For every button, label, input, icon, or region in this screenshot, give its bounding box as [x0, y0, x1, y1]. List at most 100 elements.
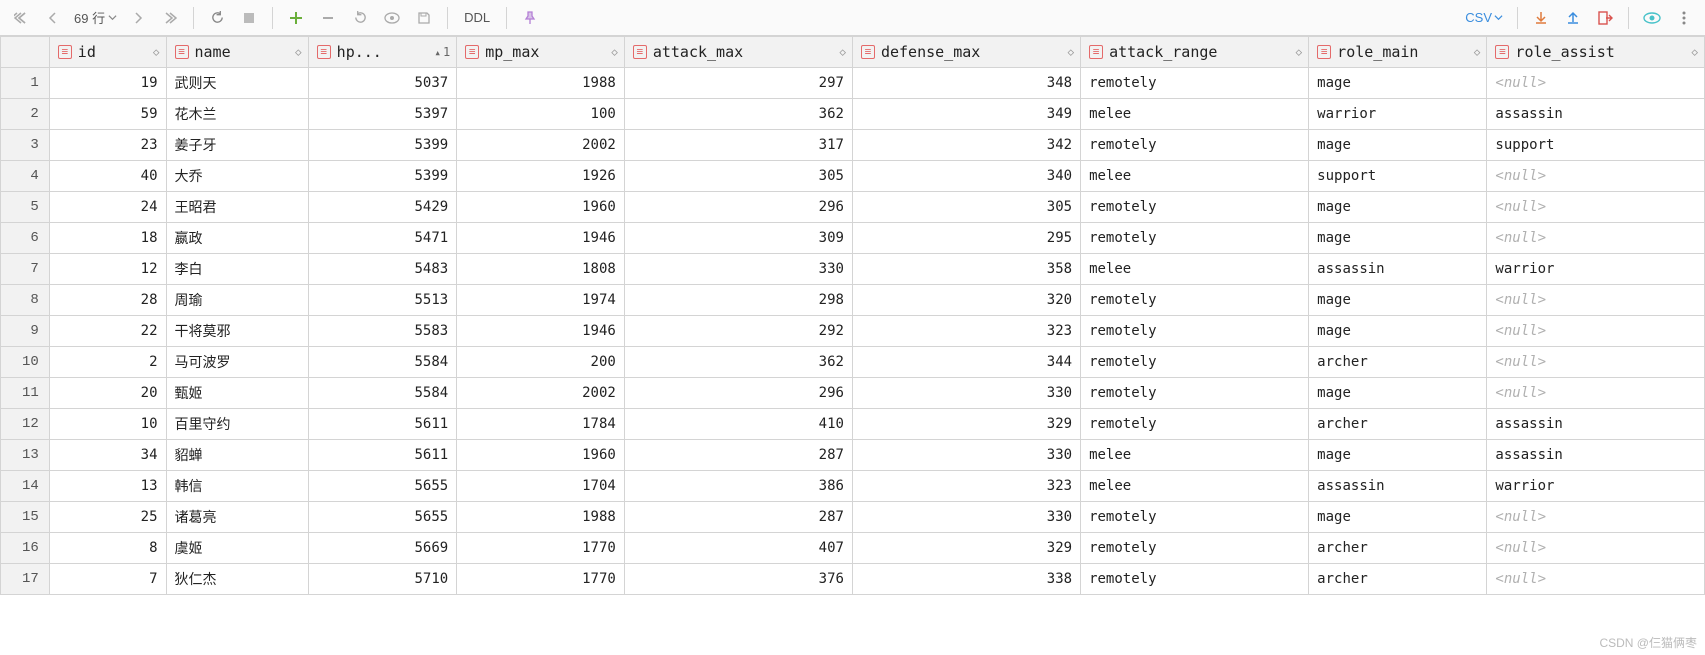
cell-atk[interactable]: 410 [624, 409, 852, 440]
cell-id[interactable]: 28 [49, 285, 166, 316]
cell-hp[interactable]: 5584 [308, 378, 457, 409]
sort-indicator[interactable]: ◇ [611, 46, 618, 59]
cell-name[interactable]: 周瑜 [166, 285, 308, 316]
row-gutter[interactable]: 5 [1, 192, 50, 223]
cell-mp[interactable]: 2002 [457, 378, 625, 409]
table-row[interactable]: 524王昭君54291960296305remotelymage<null> [1, 192, 1705, 223]
cell-hp[interactable]: 5397 [308, 99, 457, 130]
last-page-button[interactable] [155, 3, 185, 33]
cell-mp[interactable]: 1988 [457, 68, 625, 99]
row-gutter[interactable]: 6 [1, 223, 50, 254]
cell-atk[interactable]: 330 [624, 254, 852, 285]
eye-button[interactable] [1637, 3, 1667, 33]
cell-name[interactable]: 武则天 [166, 68, 308, 99]
cell-rng[interactable]: remotely [1081, 223, 1309, 254]
cell-name[interactable]: 甄姬 [166, 378, 308, 409]
cell-atk[interactable]: 362 [624, 347, 852, 378]
cell-rng[interactable]: remotely [1081, 192, 1309, 223]
cell-rmain[interactable]: archer [1309, 347, 1487, 378]
add-row-button[interactable] [281, 3, 311, 33]
sort-indicator[interactable]: ◇ [1691, 46, 1698, 59]
row-gutter[interactable]: 14 [1, 471, 50, 502]
preview-button[interactable] [377, 3, 407, 33]
cell-hp[interactable]: 5583 [308, 316, 457, 347]
cell-name[interactable]: 诸葛亮 [166, 502, 308, 533]
cell-rasst[interactable]: <null> [1487, 502, 1705, 533]
sort-indicator[interactable]: ◇ [295, 46, 302, 59]
cell-id[interactable]: 25 [49, 502, 166, 533]
cell-mp[interactable]: 1946 [457, 316, 625, 347]
cell-atk[interactable]: 376 [624, 564, 852, 595]
row-gutter[interactable]: 16 [1, 533, 50, 564]
table-row[interactable]: 828周瑜55131974298320remotelymage<null> [1, 285, 1705, 316]
data-grid[interactable]: id◇name◇hp...▴1mp_max◇attack_max◇defense… [0, 36, 1705, 655]
cell-id[interactable]: 24 [49, 192, 166, 223]
cell-def[interactable]: 320 [852, 285, 1080, 316]
cell-def[interactable]: 329 [852, 409, 1080, 440]
cell-rng[interactable]: remotely [1081, 285, 1309, 316]
cell-mp[interactable]: 1974 [457, 285, 625, 316]
cell-def[interactable]: 323 [852, 471, 1080, 502]
sort-indicator[interactable]: ◇ [1474, 46, 1481, 59]
cell-hp[interactable]: 5513 [308, 285, 457, 316]
table-row[interactable]: 323姜子牙53992002317342remotelymagesupport [1, 130, 1705, 161]
cell-atk[interactable]: 386 [624, 471, 852, 502]
cell-id[interactable]: 13 [49, 471, 166, 502]
download-button[interactable] [1526, 3, 1556, 33]
cell-def[interactable]: 330 [852, 378, 1080, 409]
upload-button[interactable] [1558, 3, 1588, 33]
cell-def[interactable]: 305 [852, 192, 1080, 223]
sort-indicator[interactable]: ▴1 [434, 45, 450, 59]
table-row[interactable]: 168虞姬56691770407329remotelyarcher<null> [1, 533, 1705, 564]
cell-name[interactable]: 大乔 [166, 161, 308, 192]
cell-rng[interactable]: remotely [1081, 130, 1309, 161]
cell-rasst[interactable]: assassin [1487, 99, 1705, 130]
cell-atk[interactable]: 407 [624, 533, 852, 564]
cell-hp[interactable]: 5611 [308, 409, 457, 440]
row-gutter[interactable]: 17 [1, 564, 50, 595]
cell-rng[interactable]: melee [1081, 440, 1309, 471]
cell-hp[interactable]: 5669 [308, 533, 457, 564]
save-button[interactable] [409, 3, 439, 33]
cell-def[interactable]: 295 [852, 223, 1080, 254]
cell-rasst[interactable]: assassin [1487, 409, 1705, 440]
cell-rasst[interactable]: support [1487, 130, 1705, 161]
ddl-button[interactable]: DDL [456, 10, 498, 25]
cell-rasst[interactable]: <null> [1487, 223, 1705, 254]
row-count-dropdown[interactable]: 69 行 [70, 8, 121, 27]
cell-rmain[interactable]: mage [1309, 440, 1487, 471]
cell-rng[interactable]: melee [1081, 471, 1309, 502]
row-gutter[interactable]: 7 [1, 254, 50, 285]
cell-id[interactable]: 40 [49, 161, 166, 192]
column-header-name[interactable]: name◇ [166, 37, 308, 68]
next-page-button[interactable] [123, 3, 153, 33]
cell-atk[interactable]: 298 [624, 285, 852, 316]
column-header-mp[interactable]: mp_max◇ [457, 37, 625, 68]
row-gutter[interactable]: 9 [1, 316, 50, 347]
cell-id[interactable]: 10 [49, 409, 166, 440]
cell-hp[interactable]: 5483 [308, 254, 457, 285]
cell-rasst[interactable]: <null> [1487, 192, 1705, 223]
cell-mp[interactable]: 1960 [457, 440, 625, 471]
table-row[interactable]: 1120甄姬55842002296330remotelymage<null> [1, 378, 1705, 409]
exit-button[interactable] [1590, 3, 1620, 33]
cell-id[interactable]: 7 [49, 564, 166, 595]
cell-def[interactable]: 358 [852, 254, 1080, 285]
table-row[interactable]: 618嬴政54711946309295remotelymage<null> [1, 223, 1705, 254]
cell-rmain[interactable]: assassin [1309, 471, 1487, 502]
stop-button[interactable] [234, 3, 264, 33]
cell-rmain[interactable]: mage [1309, 285, 1487, 316]
cell-rasst[interactable]: <null> [1487, 161, 1705, 192]
cell-def[interactable]: 344 [852, 347, 1080, 378]
cell-rng[interactable]: remotely [1081, 533, 1309, 564]
cell-rasst[interactable]: <null> [1487, 285, 1705, 316]
column-header-rng[interactable]: attack_range◇ [1081, 37, 1309, 68]
cell-rmain[interactable]: assassin [1309, 254, 1487, 285]
cell-id[interactable]: 18 [49, 223, 166, 254]
cell-def[interactable]: 330 [852, 440, 1080, 471]
table-row[interactable]: 119武则天50371988297348remotelymage<null> [1, 68, 1705, 99]
cell-mp[interactable]: 1704 [457, 471, 625, 502]
cell-id[interactable]: 8 [49, 533, 166, 564]
cell-atk[interactable]: 296 [624, 192, 852, 223]
export-format-dropdown[interactable]: CSV [1459, 10, 1509, 25]
